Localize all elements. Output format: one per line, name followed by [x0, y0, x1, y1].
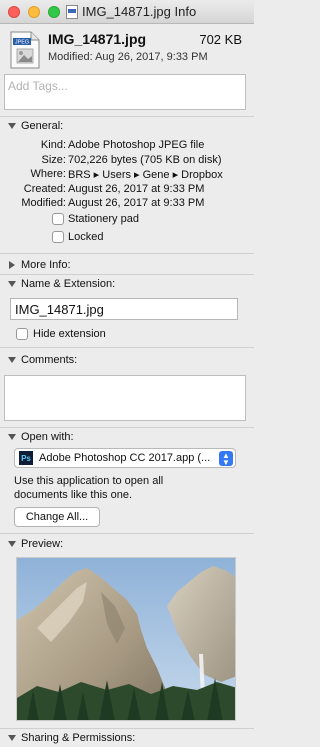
section-more-info[interactable]: More Info:: [0, 256, 254, 274]
file-header: JPEG IMG_14871.jpg 702 KB Modified: Aug …: [0, 24, 254, 76]
tags-field[interactable]: Add Tags...: [4, 74, 246, 110]
info-key: Where:: [30, 168, 66, 180]
section-label: Open with:: [21, 431, 74, 443]
preview-image: [17, 558, 235, 720]
close-button[interactable]: [8, 6, 20, 18]
window-title-text: IMG_14871.jpg Info: [82, 4, 197, 19]
info-key: Size:: [41, 154, 66, 166]
disclosure-down-icon: [8, 735, 16, 741]
disclosure-down-icon: [8, 123, 16, 129]
info-row: Modified: August 26, 2017 at 9:33 PM: [0, 197, 254, 212]
open-with-popup[interactable]: Ps Adobe Photoshop CC 2017.app (... ▲ ▼: [14, 448, 236, 468]
info-row: Kind: Adobe Photoshop JPEG file: [0, 139, 254, 154]
info-key: Kind:: [40, 139, 66, 151]
disclosure-down-icon: [8, 357, 16, 363]
stationery-pad-label: Stationery pad: [68, 213, 139, 225]
section-preview[interactable]: Preview:: [0, 535, 254, 553]
open-with-app: Adobe Photoshop CC 2017.app (...: [39, 452, 211, 464]
section-label: Name & Extension:: [21, 278, 116, 290]
disclosure-down-icon: [8, 434, 16, 440]
info-key: Modified:: [21, 197, 66, 209]
section-sharing-permissions[interactable]: Sharing & Permissions:: [0, 729, 254, 747]
info-value: Adobe Photoshop JPEG file: [68, 139, 205, 151]
info-value: August 26, 2017 at 9:33 PM: [68, 183, 205, 195]
disclosure-down-icon: [8, 541, 16, 547]
document-icon: [66, 4, 78, 19]
locked-label: Locked: [68, 231, 104, 243]
info-row: Size: 702,226 bytes (705 KB on disk): [0, 154, 254, 169]
section-label: Comments:: [21, 354, 78, 366]
disclosure-right-icon: [9, 261, 15, 269]
stationery-pad-checkbox[interactable]: [52, 213, 64, 225]
info-value: BRS ▸ Users ▸ Gene ▸ Dropbox: [68, 169, 223, 181]
window-title: IMG_14871.jpg Info: [66, 4, 196, 19]
section-label: General:: [21, 120, 64, 132]
section-general[interactable]: General:: [0, 117, 254, 135]
comments-field[interactable]: [4, 375, 246, 421]
title-bar: IMG_14871.jpg Info: [0, 0, 254, 24]
section-label: More Info:: [21, 259, 71, 271]
divider: [0, 253, 254, 254]
section-name-extension[interactable]: Name & Extension:: [0, 275, 254, 293]
divider: [0, 347, 254, 348]
jpeg-file-icon: JPEG: [10, 31, 40, 69]
divider: [0, 533, 254, 534]
info-key: Created:: [23, 183, 66, 195]
section-label: Sharing & Permissions:: [21, 732, 136, 744]
hide-extension-checkbox[interactable]: [16, 328, 28, 340]
file-name-input-value: IMG_14871.jpg: [15, 302, 104, 317]
updown-arrows-icon: ▲ ▼: [219, 451, 233, 467]
section-label: Preview:: [21, 538, 64, 550]
disclosure-down-icon: [8, 281, 16, 287]
change-all-button[interactable]: Change All...: [14, 507, 100, 527]
hide-extension-label: Hide extension: [33, 328, 106, 340]
file-name: IMG_14871.jpg: [48, 31, 147, 47]
photoshop-icon: Ps: [19, 451, 33, 465]
info-value: 702,226 bytes (705 KB on disk): [68, 154, 222, 166]
info-row: Where: BRS ▸ Users ▸ Gene ▸ Dropbox: [0, 168, 254, 183]
section-open-with[interactable]: Open with:: [0, 428, 254, 446]
section-comments[interactable]: Comments:: [0, 351, 254, 369]
svg-text:JPEG: JPEG: [15, 40, 29, 46]
locked-checkbox[interactable]: [52, 231, 64, 243]
tags-placeholder: Add Tags...: [8, 79, 68, 93]
zoom-button[interactable]: [48, 6, 60, 18]
file-name-input[interactable]: IMG_14871.jpg: [10, 298, 238, 320]
info-row: Created: August 26, 2017 at 9:33 PM: [0, 183, 254, 198]
file-size: 702 KB: [199, 32, 242, 47]
image-preview: [16, 557, 236, 721]
modified-date: Modified: Aug 26, 2017, 9:33 PM: [48, 51, 208, 63]
open-with-description: Use this application to open all documen…: [14, 475, 164, 501]
info-value: August 26, 2017 at 9:33 PM: [68, 197, 205, 209]
minimize-button[interactable]: [28, 6, 40, 18]
